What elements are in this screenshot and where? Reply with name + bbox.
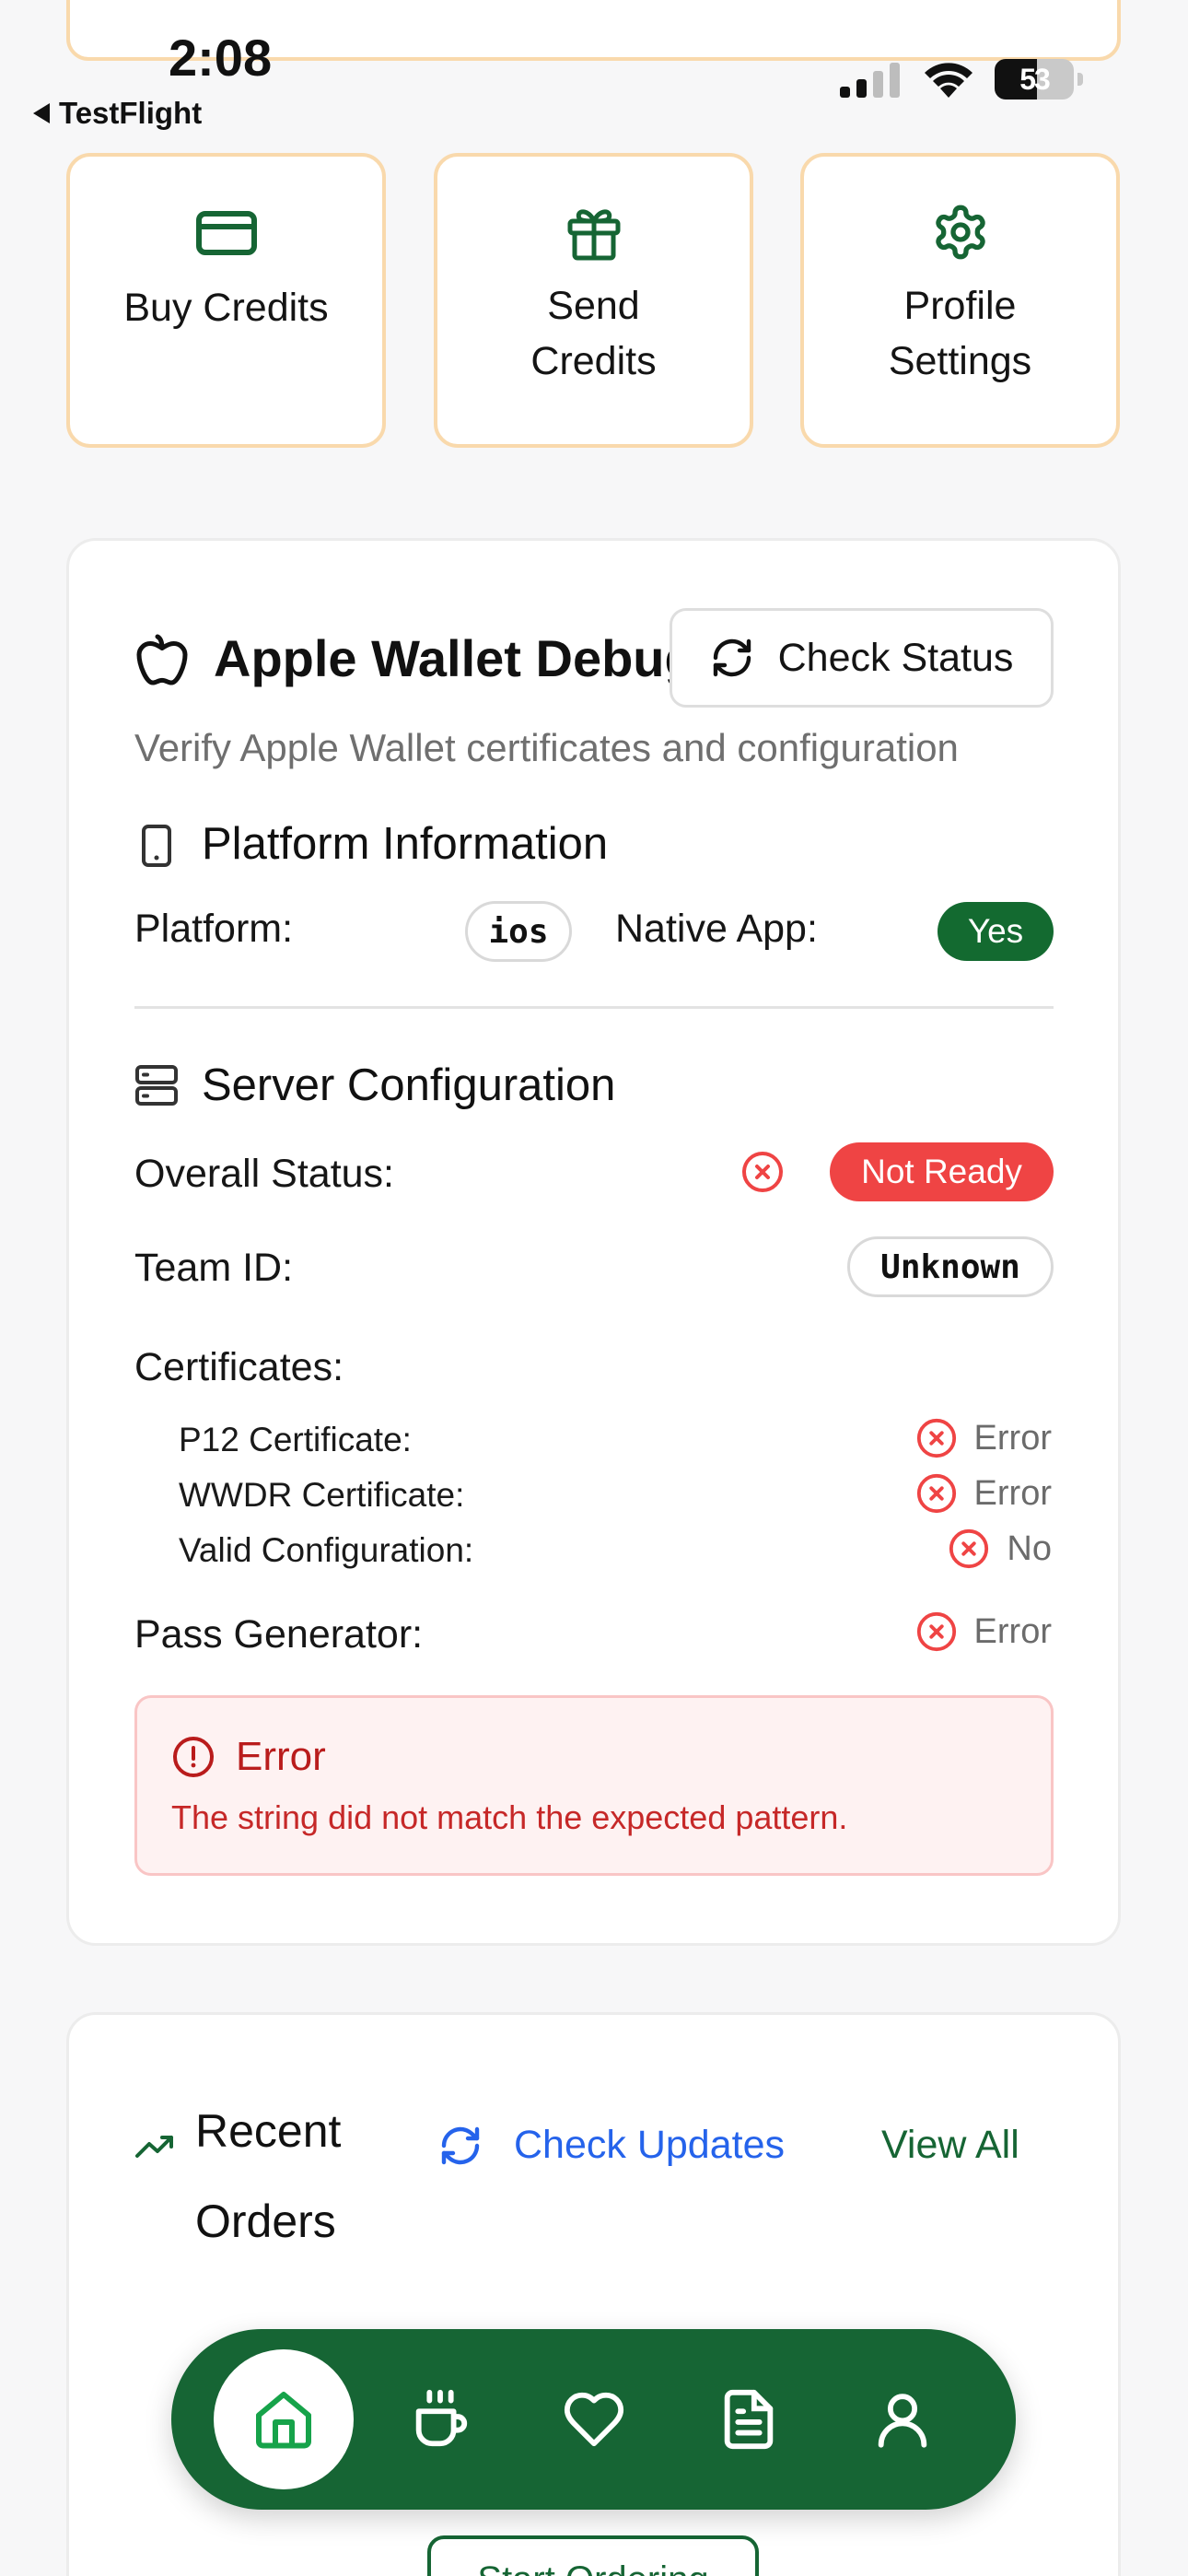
start-ordering-button[interactable]: Start Ordering bbox=[427, 2535, 759, 2576]
valid-configuration-label: Valid Configuration: bbox=[179, 1531, 474, 1569]
pass-generator-status: Error bbox=[915, 1610, 1052, 1653]
overall-status-label: Overall Status: bbox=[134, 1152, 394, 1196]
heart-icon bbox=[564, 2392, 624, 2447]
profile-settings-button[interactable]: Profile Settings bbox=[800, 153, 1120, 448]
check-status-button[interactable]: Check Status bbox=[670, 608, 1054, 708]
x-circle-icon bbox=[916, 1473, 956, 1514]
wwdr-certificate-label: WWDR Certificate: bbox=[179, 1476, 465, 1514]
x-circle-icon bbox=[916, 1611, 956, 1652]
user-icon bbox=[878, 2394, 927, 2448]
team-id-label: Team ID: bbox=[134, 1246, 294, 1290]
check-updates-label: Check Updates bbox=[514, 2123, 785, 2167]
error-alert bbox=[134, 1695, 1054, 1876]
buy-credits-button[interactable]: Buy Credits bbox=[66, 153, 386, 448]
native-app-badge: Yes bbox=[938, 902, 1054, 961]
error-alert-title: Error bbox=[171, 1734, 326, 1780]
back-app-label: TestFlight bbox=[59, 96, 203, 130]
credit-card-icon bbox=[195, 211, 257, 255]
nav-favorites-button[interactable] bbox=[561, 2386, 627, 2453]
signal-icon bbox=[840, 63, 900, 98]
certificates-label: Certificates: bbox=[134, 1345, 344, 1389]
battery-indicator: 53 bbox=[995, 59, 1074, 100]
wwdr-certificate-status: Error bbox=[915, 1472, 1052, 1515]
pass-generator-label: Pass Generator: bbox=[134, 1612, 424, 1657]
check-status-label: Check Status bbox=[777, 635, 1014, 680]
apple-icon bbox=[136, 634, 188, 685]
debug-subtitle: Verify Apple Wallet certificates and con… bbox=[134, 726, 959, 769]
smartphone-icon bbox=[142, 825, 171, 867]
document-icon bbox=[724, 2389, 774, 2450]
coffee-icon bbox=[415, 2389, 468, 2447]
send-credits-label: Send Credits bbox=[530, 284, 657, 383]
status-icons: 53 bbox=[838, 59, 1083, 100]
profile-settings-label: Profile Settings bbox=[888, 284, 1032, 383]
p12-certificate-label: P12 Certificate: bbox=[179, 1421, 412, 1458]
debug-title: Apple Wallet Debug bbox=[214, 629, 696, 687]
section-divider bbox=[134, 1006, 1054, 1009]
refresh-icon bbox=[713, 638, 751, 677]
check-updates-button[interactable]: Check Updates bbox=[438, 2123, 785, 2168]
x-circle-icon bbox=[916, 1418, 956, 1458]
wifi-icon bbox=[925, 63, 973, 98]
status-time: 2:08 bbox=[169, 29, 273, 87]
x-circle-icon bbox=[949, 1528, 989, 1569]
home-icon bbox=[256, 2392, 311, 2449]
x-circle-icon bbox=[742, 1152, 783, 1192]
overall-status-badge: Not Ready bbox=[830, 1142, 1054, 1201]
gear-icon bbox=[935, 205, 985, 260]
nav-profile-button[interactable] bbox=[869, 2386, 936, 2453]
team-id-badge: Unknown bbox=[847, 1236, 1054, 1297]
nav-home-button[interactable] bbox=[214, 2349, 354, 2489]
error-alert-message: The string did not match the expected pa… bbox=[171, 1798, 848, 1836]
server-section-title: Server Configuration bbox=[202, 1060, 616, 1110]
back-arrow-icon bbox=[33, 103, 50, 123]
refresh-icon bbox=[441, 2126, 480, 2164]
platform-badge: ios bbox=[465, 901, 572, 962]
view-all-link[interactable]: View All bbox=[881, 2123, 1019, 2168]
native-app-label: Native App: bbox=[615, 907, 818, 951]
valid-configuration-status: No bbox=[948, 1528, 1052, 1570]
platform-section-title: Platform Information bbox=[202, 819, 609, 869]
alert-circle-icon bbox=[173, 1737, 214, 1777]
p12-certificate-status: Error bbox=[915, 1417, 1052, 1459]
back-to-testflight[interactable]: TestFlight bbox=[33, 96, 202, 131]
send-credits-button[interactable]: Send Credits bbox=[434, 153, 753, 448]
buy-credits-label: Buy Credits bbox=[123, 286, 329, 330]
gift-icon bbox=[567, 209, 620, 261]
server-icon bbox=[135, 1065, 178, 1106]
recent-orders-title: Recent Orders bbox=[195, 2105, 342, 2247]
platform-label: Platform: bbox=[134, 907, 294, 951]
trending-up-icon bbox=[135, 2136, 173, 2158]
nav-orders-button[interactable] bbox=[716, 2386, 782, 2453]
nav-menu-button[interactable] bbox=[407, 2386, 473, 2453]
